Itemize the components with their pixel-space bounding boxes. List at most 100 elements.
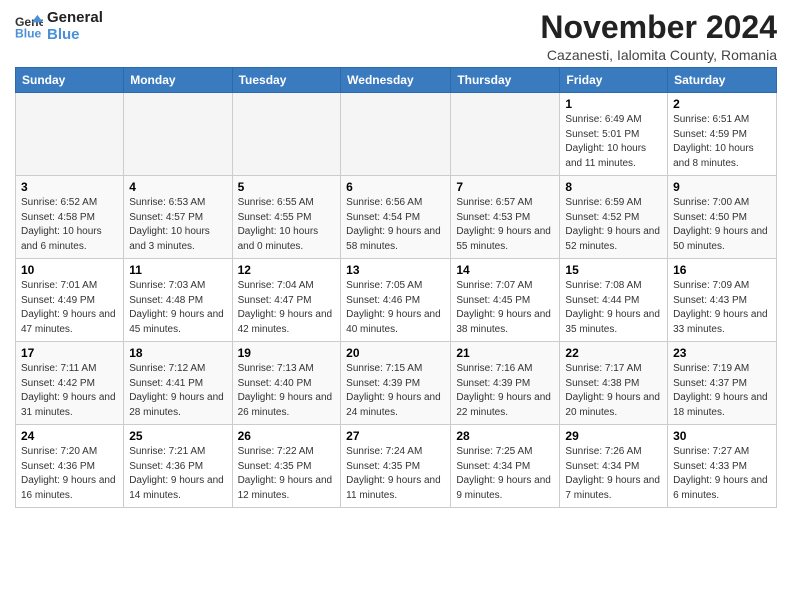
day-info: Sunrise: 7:04 AMSunset: 4:47 PMDaylight:… [238, 279, 336, 337]
day-info: Sunrise: 7:19 AMSunset: 4:37 PMDaylight:… [673, 362, 771, 420]
table-row: 26Sunrise: 7:22 AMSunset: 4:35 PMDayligh… [232, 425, 341, 508]
table-row: 29Sunrise: 7:26 AMSunset: 4:34 PMDayligh… [560, 425, 668, 508]
table-row: 10 Sunrise: 7:01 AMSunset: 4:49 PMDayligh… [16, 259, 124, 342]
table-row: 20Sunrise: 7:15 AMSunset: 4:39 PMDayligh… [341, 342, 451, 425]
day-info: Sunrise: 7:00 AMSunset: 4:50 PMDaylight:… [673, 196, 771, 254]
day-number: 3 [21, 180, 118, 194]
calendar-week-row: 3 Sunrise: 6:52 AMSunset: 4:58 PMDaylight… [16, 176, 777, 259]
day-info: Sunrise: 7:15 AMSunset: 4:39 PMDaylight:… [346, 362, 445, 420]
day-number: 9 [673, 180, 771, 194]
calendar-header-row: Sunday Monday Tuesday Wednesday Thursday… [16, 68, 777, 93]
day-info: Sunrise: 6:57 AMSunset: 4:53 PMDaylight:… [456, 196, 554, 254]
day-info: Sunrise: 7:27 AMSunset: 4:33 PMDaylight:… [673, 445, 771, 503]
col-thursday: Thursday [451, 68, 560, 93]
logo-line1: General [47, 10, 103, 27]
day-info: Sunrise: 6:52 AMSunset: 4:58 PMDaylight:… [21, 196, 118, 254]
day-info: Sunrise: 7:12 AMSunset: 4:41 PMDaylight:… [129, 362, 226, 420]
day-info: Sunrise: 6:53 AMSunset: 4:57 PMDaylight:… [129, 196, 226, 254]
day-info: Sunrise: 7:13 AMSunset: 4:40 PMDaylight:… [238, 362, 336, 420]
table-row [341, 93, 451, 176]
table-row: 24 Sunrise: 7:20 AMSunset: 4:36 PMDayligh… [16, 425, 124, 508]
title-block: November 2024 Cazanesti, Ialomita County… [540, 10, 777, 63]
table-row [232, 93, 341, 176]
day-number: 24 [21, 429, 118, 443]
col-wednesday: Wednesday [341, 68, 451, 93]
day-info: Sunrise: 7:20 AMSunset: 4:36 PMDaylight:… [21, 445, 118, 503]
day-info: Sunrise: 7:01 AMSunset: 4:49 PMDaylight:… [21, 279, 118, 337]
day-number: 1 [565, 97, 662, 111]
day-number: 6 [346, 180, 445, 194]
day-number: 7 [456, 180, 554, 194]
day-info: Sunrise: 7:22 AMSunset: 4:35 PMDaylight:… [238, 445, 336, 503]
day-info: Sunrise: 7:24 AMSunset: 4:35 PMDaylight:… [346, 445, 445, 503]
table-row: 16 Sunrise: 7:09 AMSunset: 4:43 PMDayligh… [668, 259, 777, 342]
col-tuesday: Tuesday [232, 68, 341, 93]
day-number: 25 [129, 429, 226, 443]
day-info: Sunrise: 7:05 AMSunset: 4:46 PMDaylight:… [346, 279, 445, 337]
logo-icon: General Blue [15, 13, 43, 41]
table-row: 3 Sunrise: 6:52 AMSunset: 4:58 PMDaylight… [16, 176, 124, 259]
day-info: Sunrise: 7:25 AMSunset: 4:34 PMDaylight:… [456, 445, 554, 503]
table-row: 4 Sunrise: 6:53 AMSunset: 4:57 PMDaylight… [124, 176, 232, 259]
table-row: 23 Sunrise: 7:19 AMSunset: 4:37 PMDayligh… [668, 342, 777, 425]
table-row: 11Sunrise: 7:03 AMSunset: 4:48 PMDayligh… [124, 259, 232, 342]
table-row: 2 Sunrise: 6:51 AMSunset: 4:59 PMDaylight… [668, 93, 777, 176]
table-row: 30 Sunrise: 7:27 AMSunset: 4:33 PMDayligh… [668, 425, 777, 508]
day-number: 8 [565, 180, 662, 194]
col-saturday: Saturday [668, 68, 777, 93]
day-info: Sunrise: 7:09 AMSunset: 4:43 PMDaylight:… [673, 279, 771, 337]
table-row: 9 Sunrise: 7:00 AMSunset: 4:50 PMDaylight… [668, 176, 777, 259]
table-row: 7 Sunrise: 6:57 AMSunset: 4:53 PMDaylight… [451, 176, 560, 259]
day-number: 5 [238, 180, 336, 194]
day-number: 23 [673, 346, 771, 360]
day-number: 27 [346, 429, 445, 443]
day-info: Sunrise: 7:08 AMSunset: 4:44 PMDaylight:… [565, 279, 662, 337]
table-row: 22Sunrise: 7:17 AMSunset: 4:38 PMDayligh… [560, 342, 668, 425]
table-row: 6 Sunrise: 6:56 AMSunset: 4:54 PMDaylight… [341, 176, 451, 259]
table-row [16, 93, 124, 176]
day-number: 18 [129, 346, 226, 360]
page-container: General Blue General Blue November 2024 … [0, 0, 792, 518]
day-info: Sunrise: 7:11 AMSunset: 4:42 PMDaylight:… [21, 362, 118, 420]
table-row: 25 Sunrise: 7:21 AMSunset: 4:36 PMDayligh… [124, 425, 232, 508]
header: General Blue General Blue November 2024 … [15, 10, 777, 63]
table-row [124, 93, 232, 176]
table-row: 19 Sunrise: 7:13 AMSunset: 4:40 PMDayligh… [232, 342, 341, 425]
table-row: 14Sunrise: 7:07 AMSunset: 4:45 PMDayligh… [451, 259, 560, 342]
table-row: 28 Sunrise: 7:25 AMSunset: 4:34 PMDayligh… [451, 425, 560, 508]
calendar-week-row: 24 Sunrise: 7:20 AMSunset: 4:36 PMDayligh… [16, 425, 777, 508]
day-number: 4 [129, 180, 226, 194]
day-info: Sunrise: 7:17 AMSunset: 4:38 PMDaylight:… [565, 362, 662, 420]
day-number: 17 [21, 346, 118, 360]
table-row: 5Sunrise: 6:55 AMSunset: 4:55 PMDaylight… [232, 176, 341, 259]
day-number: 28 [456, 429, 554, 443]
table-row: 27 Sunrise: 7:24 AMSunset: 4:35 PMDayligh… [341, 425, 451, 508]
table-row: 12 Sunrise: 7:04 AMSunset: 4:47 PMDayligh… [232, 259, 341, 342]
day-number: 12 [238, 263, 336, 277]
day-info: Sunrise: 6:56 AMSunset: 4:54 PMDaylight:… [346, 196, 445, 254]
logo: General Blue General Blue [15, 10, 103, 43]
location-subtitle: Cazanesti, Ialomita County, Romania [540, 47, 777, 63]
day-info: Sunrise: 7:21 AMSunset: 4:36 PMDaylight:… [129, 445, 226, 503]
table-row: 18 Sunrise: 7:12 AMSunset: 4:41 PMDayligh… [124, 342, 232, 425]
day-info: Sunrise: 7:07 AMSunset: 4:45 PMDaylight:… [456, 279, 554, 337]
col-sunday: Sunday [16, 68, 124, 93]
table-row: 15 Sunrise: 7:08 AMSunset: 4:44 PMDayligh… [560, 259, 668, 342]
day-info: Sunrise: 7:26 AMSunset: 4:34 PMDaylight:… [565, 445, 662, 503]
day-number: 13 [346, 263, 445, 277]
calendar-week-row: 10 Sunrise: 7:01 AMSunset: 4:49 PMDayligh… [16, 259, 777, 342]
day-number: 2 [673, 97, 771, 111]
table-row: 17 Sunrise: 7:11 AMSunset: 4:42 PMDayligh… [16, 342, 124, 425]
day-info: Sunrise: 6:51 AMSunset: 4:59 PMDaylight:… [673, 113, 771, 171]
day-number: 11 [129, 263, 226, 277]
table-row: 13 Sunrise: 7:05 AMSunset: 4:46 PMDayligh… [341, 259, 451, 342]
day-number: 16 [673, 263, 771, 277]
day-number: 10 [21, 263, 118, 277]
table-row: 8Sunrise: 6:59 AMSunset: 4:52 PMDaylight… [560, 176, 668, 259]
logo-line2: Blue [47, 27, 103, 44]
day-number: 30 [673, 429, 771, 443]
col-friday: Friday [560, 68, 668, 93]
day-number: 19 [238, 346, 336, 360]
day-number: 15 [565, 263, 662, 277]
day-info: Sunrise: 6:49 AMSunset: 5:01 PMDaylight:… [565, 113, 662, 171]
